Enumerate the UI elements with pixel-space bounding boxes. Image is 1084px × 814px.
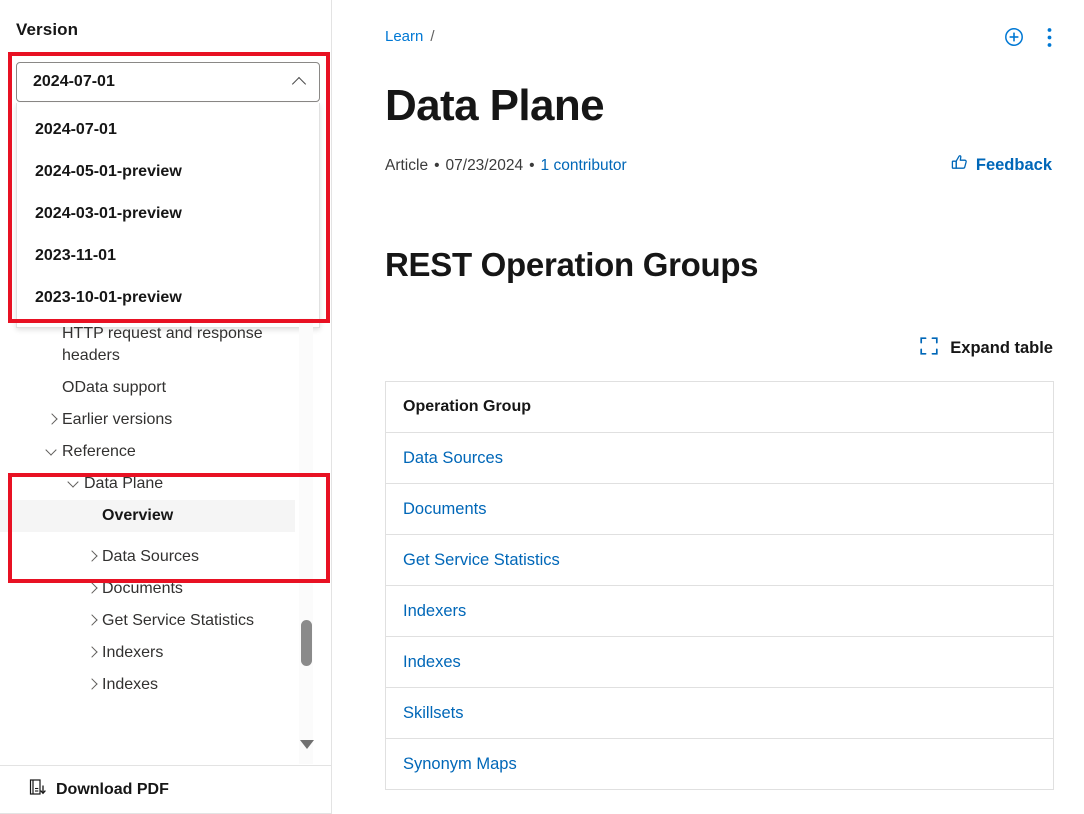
sidebar-item-label: Earlier versions [62,411,173,428]
chevron-down-icon[interactable] [44,436,62,468]
version-option-3[interactable]: 2023-11-01 [17,235,319,277]
operation-groups-table: Operation Group Data Sources Documents G… [385,381,1054,790]
chevron-right-icon[interactable] [84,637,102,669]
table-cell: Synonym Maps [386,739,1054,790]
table-row: Indexers [385,585,1054,637]
version-dropdown-list: 2024-07-01 2024-05-01-preview 2024-03-01… [16,103,320,328]
table-cell: Indexers [385,585,1054,637]
table-body: Data Sources Documents Get Service Stati… [385,432,1054,790]
sidebar-item-get-service-statistics[interactable]: Get Service Statistics [0,605,314,637]
feedback-button[interactable]: Feedback [950,153,1052,177]
sidebar-item-label: Documents [102,580,183,597]
chevron-down-icon[interactable] [66,468,84,500]
breadcrumb: Learn / [385,28,435,45]
sidebar-item-overview[interactable]: Overview [0,500,295,532]
expand-table-button[interactable]: Expand table [920,337,1053,360]
chevron-right-icon[interactable] [84,669,102,701]
chevron-right-icon[interactable] [84,573,102,605]
expand-table-label: Expand table [950,339,1053,357]
sidebar-item-documents[interactable]: Documents [0,573,314,605]
sidebar-item-label: HTTP request and response headers [62,325,263,364]
sidebar-item-indexers[interactable]: Indexers [0,637,314,669]
sidebar-item-label: Get Service Statistics [102,612,255,629]
version-option-1[interactable]: 2024-05-01-preview [17,151,319,193]
meta-separator: • [434,157,440,174]
contributors-link[interactable]: 1 contributor [541,157,627,175]
sidebar-item-label: Overview [102,507,174,524]
operation-group-link[interactable]: Get Service Statistics [403,551,560,569]
sidebar-nav-tree: HTTP request and response headers OData … [0,318,314,764]
table-row: Data Sources [385,432,1054,484]
table-row: Indexes [385,636,1054,688]
sidebar-item-label: Data Sources [102,548,199,565]
more-vertical-icon[interactable] [1047,27,1052,48]
operation-group-link[interactable]: Indexes [403,653,461,671]
sidebar-item-indexes[interactable]: Indexes [0,669,314,701]
article-metadata: Article • 07/23/2024 • 1 contributor [385,157,627,175]
table-head: Operation Group [385,381,1054,433]
sidebar-item-data-sources[interactable]: Data Sources [0,541,314,573]
sidebar-item-label: OData support [62,379,167,396]
chevron-right-icon[interactable] [44,404,62,436]
sidebar-item-label: Reference [62,443,136,460]
page-root: Version 2024-07-01 2024-07-01 2024-05-01… [0,0,1084,814]
column-header-operation-group: Operation Group [385,381,1054,433]
sidebar-item-label: Data Plane [84,475,164,492]
main-content: Learn / Data Plane Article • 07/23/2024 … [332,0,1084,814]
sidebar-scrollbar-thumb[interactable] [301,620,312,666]
meta-separator: • [529,157,535,174]
version-option-2[interactable]: 2024-03-01-preview [17,193,319,235]
thumbs-up-icon [950,153,969,177]
expand-icon [920,337,938,360]
sidebar-item-label: Indexes [102,676,159,693]
table-row: Skillsets [385,687,1054,739]
table-cell: Get Service Statistics [385,534,1054,586]
article-type-label: Article [385,157,429,174]
sidebar-item-odata-support[interactable]: OData support [0,372,314,404]
operation-group-link[interactable]: Synonym Maps [403,755,517,773]
version-select-value: 2024-07-01 [33,73,115,90]
feedback-label: Feedback [975,155,1052,174]
operation-group-link[interactable]: Data Sources [403,449,503,467]
table-header-row: Operation Group [385,381,1054,433]
table-row: Synonym Maps [386,739,1054,790]
scroll-down-arrow-icon[interactable] [300,740,314,749]
version-option-0[interactable]: 2024-07-01 [17,109,319,151]
page-title: Data Plane [385,81,605,130]
sidebar-item-earlier-versions[interactable]: Earlier versions [0,404,314,436]
download-pdf-icon [28,778,47,802]
table-cell: Data Sources [385,432,1054,484]
version-select-button[interactable]: 2024-07-01 [16,62,320,102]
operation-group-link[interactable]: Skillsets [403,704,464,722]
sidebar-item-label: Indexers [102,644,164,661]
section-title: REST Operation Groups [385,246,759,283]
sidebar-item-data-plane[interactable]: Data Plane [0,468,314,500]
download-pdf-label: Download PDF [56,780,169,798]
breadcrumb-item-learn[interactable]: Learn [385,28,423,45]
table-cell: Skillsets [385,687,1054,739]
sidebar-item-reference[interactable]: Reference [0,436,314,468]
download-pdf-button[interactable]: Download PDF [0,765,331,814]
sidebar: Version 2024-07-01 2024-07-01 2024-05-01… [0,0,332,814]
operation-group-link[interactable]: Indexers [403,602,466,620]
operation-group-link[interactable]: Documents [403,500,486,518]
breadcrumb-separator: / [430,28,435,45]
chevron-right-icon[interactable] [84,541,102,573]
table-row: Get Service Statistics [385,534,1054,586]
sidebar-item-http-headers[interactable]: HTTP request and response headers [0,318,314,372]
table-cell: Documents [385,483,1054,535]
chevron-up-icon [293,75,307,89]
version-option-4[interactable]: 2023-10-01-preview [17,277,319,319]
chevron-right-icon[interactable] [84,605,102,637]
table-row: Documents [385,483,1054,535]
version-label: Version [16,20,79,39]
table-cell: Indexes [385,636,1054,688]
plus-circle-icon[interactable] [1003,26,1025,48]
header-actions [1003,26,1052,48]
sidebar-scrollbar-track[interactable] [299,318,313,764]
article-date: 07/23/2024 [445,157,524,174]
